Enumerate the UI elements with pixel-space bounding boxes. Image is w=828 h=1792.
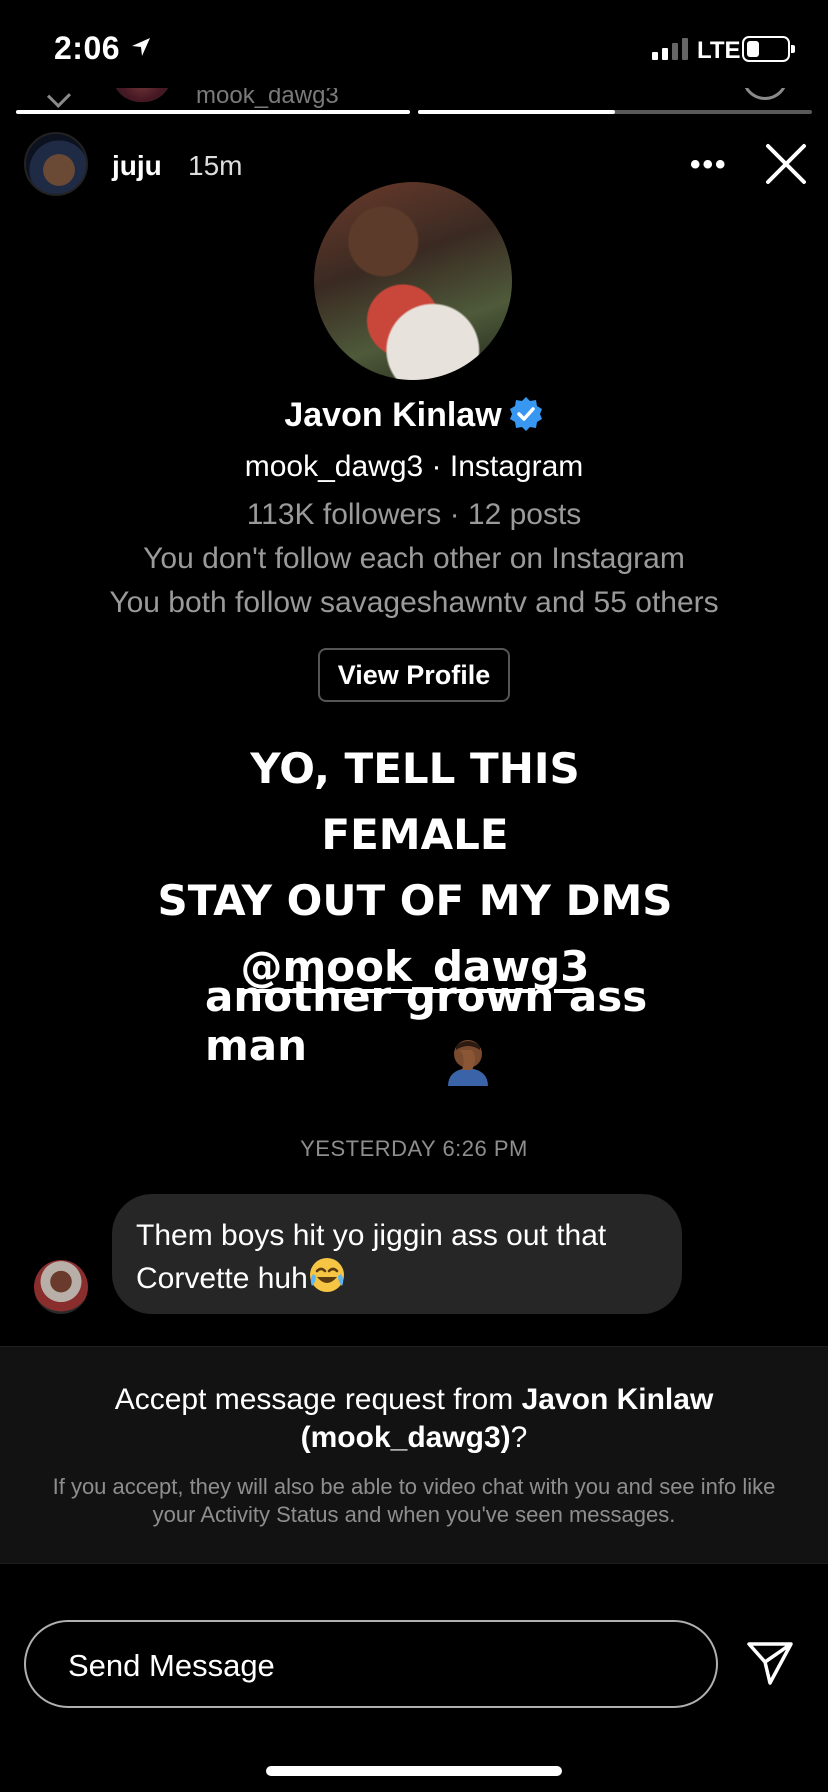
request-handle: (mook_dawg3) — [300, 1421, 511, 1454]
story-progress-1-fill — [16, 110, 410, 114]
request-title: Accept message request from Javon Kinlaw… — [40, 1381, 788, 1457]
prev-story-username: mook_dawg3 — [196, 88, 339, 109]
send-message-placeholder: Send Message — [68, 1648, 275, 1683]
joy-emoji-icon — [309, 1258, 344, 1292]
request-prefix: Accept message request from — [114, 1383, 522, 1416]
profile-stats: 113K followers · 12 posts — [246, 498, 582, 531]
story-progress-2-fill — [418, 110, 615, 114]
send-message-input[interactable]: Send Message — [24, 1620, 718, 1708]
prev-story-avatar — [112, 88, 172, 102]
request-note: If you accept, they will also be able to… — [52, 1474, 776, 1527]
story-caption-1: YO, TELL THIS FEMALE STAY OUT OF MY DMS … — [150, 736, 680, 1000]
message-text: Them boys hit yo jiggin ass out that Cor… — [136, 1219, 607, 1295]
status-bar: 2:06 LTE — [0, 0, 828, 96]
request-suffix: ? — [510, 1421, 528, 1454]
profile-photo[interactable] — [314, 182, 512, 380]
home-indicator[interactable] — [266, 1766, 562, 1776]
request-name: Javon Kinlaw — [521, 1383, 714, 1416]
network-type: LTE — [697, 37, 741, 64]
story-age: 15m — [188, 150, 243, 181]
location-arrow-icon — [132, 38, 150, 56]
profile-handle-line: mook_dawg3 · Instagram — [244, 450, 584, 483]
facepalm-emoji-icon — [448, 1040, 488, 1086]
send-icon[interactable] — [746, 1640, 794, 1686]
caption-line-2: STAY OUT OF MY DMS — [157, 876, 673, 925]
signal-icon — [652, 38, 688, 60]
follow-status: You don't follow each other on Instagram — [143, 542, 685, 575]
message-timestamp: YESTERDAY 6:26 PM — [300, 1136, 528, 1161]
message-request-panel: Accept message request from Javon Kinlaw… — [0, 1346, 828, 1564]
sender-avatar[interactable] — [34, 1260, 88, 1314]
view-profile-button[interactable]: View Profile — [318, 648, 510, 702]
caption-line-1: YO, TELL THIS FEMALE — [250, 744, 580, 859]
prev-story-ring — [742, 88, 788, 100]
mutual-followers: You both follow savageshawntv and 55 oth… — [109, 586, 719, 619]
verified-badge-icon — [509, 397, 542, 431]
story-progress-1 — [16, 110, 410, 114]
author-avatar[interactable] — [24, 132, 88, 196]
profile-name: Javon Kinlaw — [284, 396, 502, 434]
chevron-icon — [46, 88, 72, 109]
battery-icon — [742, 36, 795, 62]
more-icon[interactable]: ••• — [690, 148, 728, 182]
story-progress-2 — [418, 110, 812, 114]
author-username[interactable]: juju — [112, 150, 162, 182]
status-time: 2:06 — [54, 30, 121, 66]
message-bubble[interactable]: Them boys hit yo jiggin ass out that Cor… — [112, 1194, 682, 1314]
profile-name-row: Javon Kinlaw — [0, 396, 828, 435]
close-icon[interactable] — [764, 142, 808, 186]
